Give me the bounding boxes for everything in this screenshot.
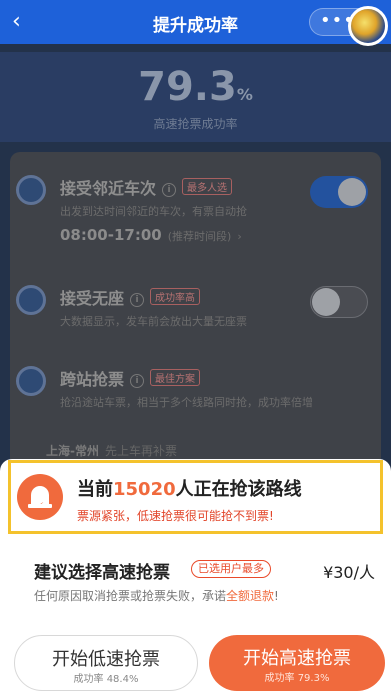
bottom-sheet: ⚡ 当前15020人正在抢该路线 票源紧张，低速抢票很可能抢不到票! 建议选择高… — [0, 459, 391, 698]
time-range-link[interactable]: 08:00-17:00 (推荐时间段) › — [60, 226, 242, 244]
button-label: 开始高速抢票 — [243, 648, 351, 669]
suggest-badge: 已选用户最多 — [191, 560, 271, 578]
seat-icon — [16, 285, 46, 315]
price-label: ¥30/人 — [323, 563, 375, 582]
button-rate: 成功率 79.3% — [264, 673, 330, 684]
option-title-cross-station: 跨站抢票 i 最佳方案 — [60, 366, 201, 390]
option-desc: 抢沿途站车票，相当于多个线路同时抢，成功率倍增 — [60, 396, 313, 409]
option-tag: 成功率高 — [150, 288, 201, 305]
toggle-knob — [312, 288, 340, 316]
competitor-count: 15020 — [113, 479, 176, 500]
option-tag: 最佳方案 — [150, 369, 201, 386]
toggle-nearby-trains[interactable] — [310, 176, 368, 208]
app-logo — [348, 6, 388, 46]
start-low-speed-button[interactable]: 开始低速抢票 成功率 48.4% — [14, 635, 198, 691]
info-icon[interactable]: i — [130, 293, 145, 307]
info-icon[interactable]: i — [130, 374, 145, 388]
start-high-speed-button[interactable]: 开始高速抢票 成功率 79.3% — [209, 635, 385, 691]
button-label: 开始低速抢票 — [52, 649, 160, 670]
success-rate-value: 79.3% — [138, 64, 253, 110]
demand-alert-banner: ⚡ 当前15020人正在抢该路线 票源紧张，低速抢票很可能抢不到票! — [8, 460, 383, 534]
option-tag: 最多人选 — [182, 178, 233, 195]
success-rate-label: 高速抢票成功率 — [153, 117, 238, 131]
button-rate: 成功率 48.4% — [73, 674, 139, 685]
suggest-title: 建议选择高速抢票 — [34, 563, 170, 583]
toggle-knob — [338, 178, 366, 206]
toggle-no-seat[interactable] — [310, 286, 368, 318]
option-title-no-seat: 接受无座 i 成功率高 — [60, 285, 201, 309]
success-rate-panel: 79.3% 高速抢票成功率 — [0, 52, 391, 142]
route-line: 上海-常州 先上车再补票 — [46, 444, 177, 458]
option-title-nearby: 接受邻近车次 i 最多人选 — [60, 175, 233, 199]
alarm-siren-icon: ⚡ — [17, 474, 63, 520]
nav-header: ‹ 提升成功率 ••• — [0, 0, 391, 46]
alert-subtext: 票源紧张，低速抢票很可能抢不到票! — [77, 509, 274, 523]
option-desc: 出发到达时间邻近的车次，有票自动抢 — [60, 205, 247, 218]
alert-headline: 当前15020人正在抢该路线 — [77, 479, 302, 500]
option-desc: 大数据显示，发车前会放出大量无座票 — [60, 315, 247, 328]
clock-icon — [16, 175, 46, 205]
refund-notice: 任何原因取消抢票或抢票失败，承诺全额退款! — [34, 589, 279, 603]
location-pin-icon — [16, 366, 46, 396]
info-icon[interactable]: i — [162, 183, 177, 197]
